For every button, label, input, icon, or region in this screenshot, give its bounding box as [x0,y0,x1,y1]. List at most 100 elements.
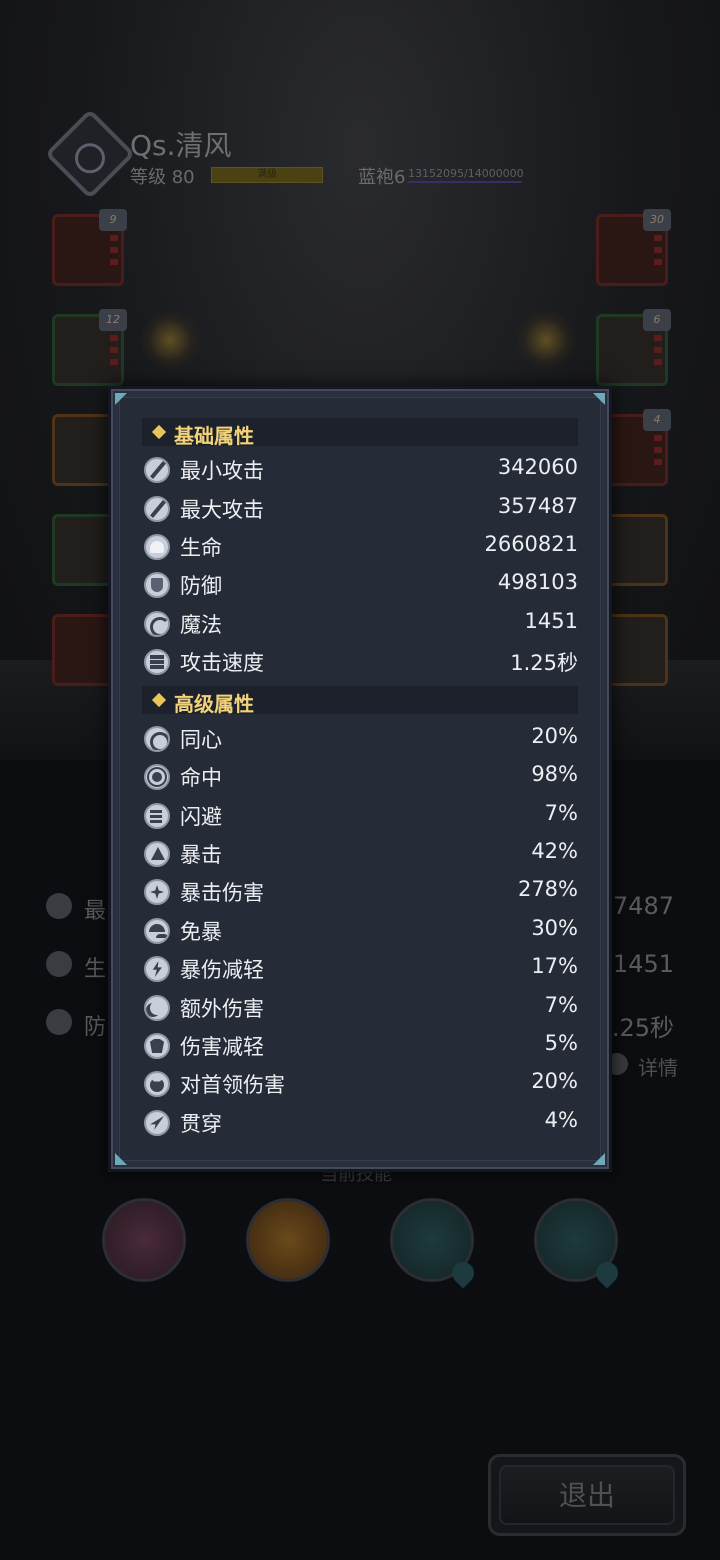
stat-value: 1451 [524,609,578,633]
shield-icon [144,572,170,598]
equip-level-badge: 9 [99,209,127,231]
equip-pips [654,235,662,271]
sword-icon [46,893,72,919]
bg-stat-name: 防 [84,1015,107,1040]
stat-name: 贯穿 [180,1112,222,1136]
stat-name: 额外伤害 [180,997,264,1021]
bolt-icon [144,956,170,982]
stat-name: 魔法 [180,613,222,637]
stat-value: 17% [531,954,578,978]
stat-name: 生命 [180,536,222,560]
stat-name: 暴伤减轻 [180,958,264,982]
section-title: 基础属性 [174,424,254,448]
stat-value: 5% [544,1031,578,1055]
panel-corner [115,1153,127,1165]
equip-level-badge: 12 [99,309,127,331]
level-label: 等级 80 [130,167,195,188]
stat-name: 暴击伤害 [180,881,264,905]
pierce-icon [144,1110,170,1136]
stat-row-crit-damage-reduction: 暴伤减轻 17% [142,951,578,987]
equip-slot-cape[interactable]: 30 [596,209,671,286]
equip-slot-armor[interactable]: 12 [52,309,127,386]
equip-slot-ring[interactable]: 6 [596,309,671,386]
stat-row-attack-speed: 攻击速度 1.25秒 [142,644,578,680]
stat-row-crit: 暴击 42% [142,836,578,872]
armor-icon [144,1033,170,1059]
stat-row-dodge: 闪避 7% [142,798,578,834]
stat-row-crit-immunity: 免暴 30% [142,913,578,949]
stat-value: 278% [517,877,578,901]
stat-name: 攻击速度 [180,651,264,675]
sword-icon [144,496,170,522]
stat-value: 357487 [497,494,578,518]
robe-label: 蓝袍6 [358,167,406,188]
stat-row-hit: 命中 98% [142,759,578,795]
bg-stat-name: 生 [84,957,107,982]
stat-value: 342060 [497,455,578,479]
burst-icon [144,879,170,905]
stat-value: 498103 [497,570,578,594]
speed-icon [144,649,170,675]
equip-pips [654,335,662,371]
level-bar-text: 满级 [257,169,277,180]
sword-icon [144,457,170,483]
stat-value: 20% [531,724,578,748]
stat-name: 暴击 [180,843,222,867]
stat-row-penetration: 贯穿 4% [142,1105,578,1141]
stat-name: 免暴 [180,920,222,944]
stat-row-min-attack: 最小攻击 342060 [142,452,578,488]
equip-pips [110,335,118,371]
advanced-attributes-header: 高级属性 [142,686,578,716]
stat-row-magic: 魔法 1451 [142,606,578,642]
stat-value: 20% [531,1069,578,1093]
stat-row-damage-reduction: 伤害减轻 5% [142,1028,578,1064]
equip-pips [654,435,662,471]
demon-icon [144,1071,170,1097]
panel-corner [115,393,127,405]
stat-row-concentric: 同心 20% [142,721,578,757]
stat-name: 对首领伤害 [180,1073,285,1097]
moon-icon [144,995,170,1021]
lamp-glow [516,310,576,370]
stat-value: 7% [544,801,578,825]
section-title: 高级属性 [174,692,254,716]
lamp-glow [140,310,200,370]
stat-name: 最大攻击 [180,498,264,522]
bg-stat-value: 1451 [612,950,674,978]
stat-name: 命中 [180,766,222,790]
bg-stat-name: 最 [84,899,107,924]
stat-name: 防御 [180,574,222,598]
equip-slot-helmet[interactable]: 9 [52,209,127,286]
robe-progress-text: 13152095/14000000 [408,167,524,180]
stat-value: 98% [531,762,578,786]
skill-slot-1[interactable] [102,1198,186,1282]
stat-row-max-attack: 最大攻击 357487 [142,491,578,527]
target-icon [144,764,170,790]
exit-button-label: 退出 [499,1465,675,1525]
stat-value: 7% [544,993,578,1017]
stat-value: 4% [544,1108,578,1132]
heart-icon [46,951,72,977]
stat-value: 2660821 [484,532,578,556]
diamond-icon [151,424,167,440]
skill-slot-2[interactable] [246,1198,330,1282]
level-progress-bar: 满级 [211,167,323,183]
mushroom-icon [144,918,170,944]
stat-value: 1.25秒 [510,651,578,675]
basic-attributes-header: 基础属性 [142,418,578,448]
detail-link[interactable]: 详情 [638,1052,678,1081]
equip-level-badge: 30 [643,209,671,231]
panel-corner [593,393,605,405]
shield-icon [46,1009,72,1035]
ring-icon [144,726,170,752]
stat-row-extra-damage: 额外伤害 7% [142,990,578,1026]
equip-level-badge: 6 [643,309,671,331]
equip-level-badge: 4 [643,409,671,431]
stat-name: 最小攻击 [180,459,264,483]
stat-row-boss-damage: 对首领伤害 20% [142,1066,578,1102]
exit-button[interactable]: 退出 [488,1454,686,1536]
stat-row-hp: 生命 2660821 [142,529,578,565]
stat-value: 42% [531,839,578,863]
stat-row-defense: 防御 498103 [142,567,578,603]
heart-icon [144,534,170,560]
